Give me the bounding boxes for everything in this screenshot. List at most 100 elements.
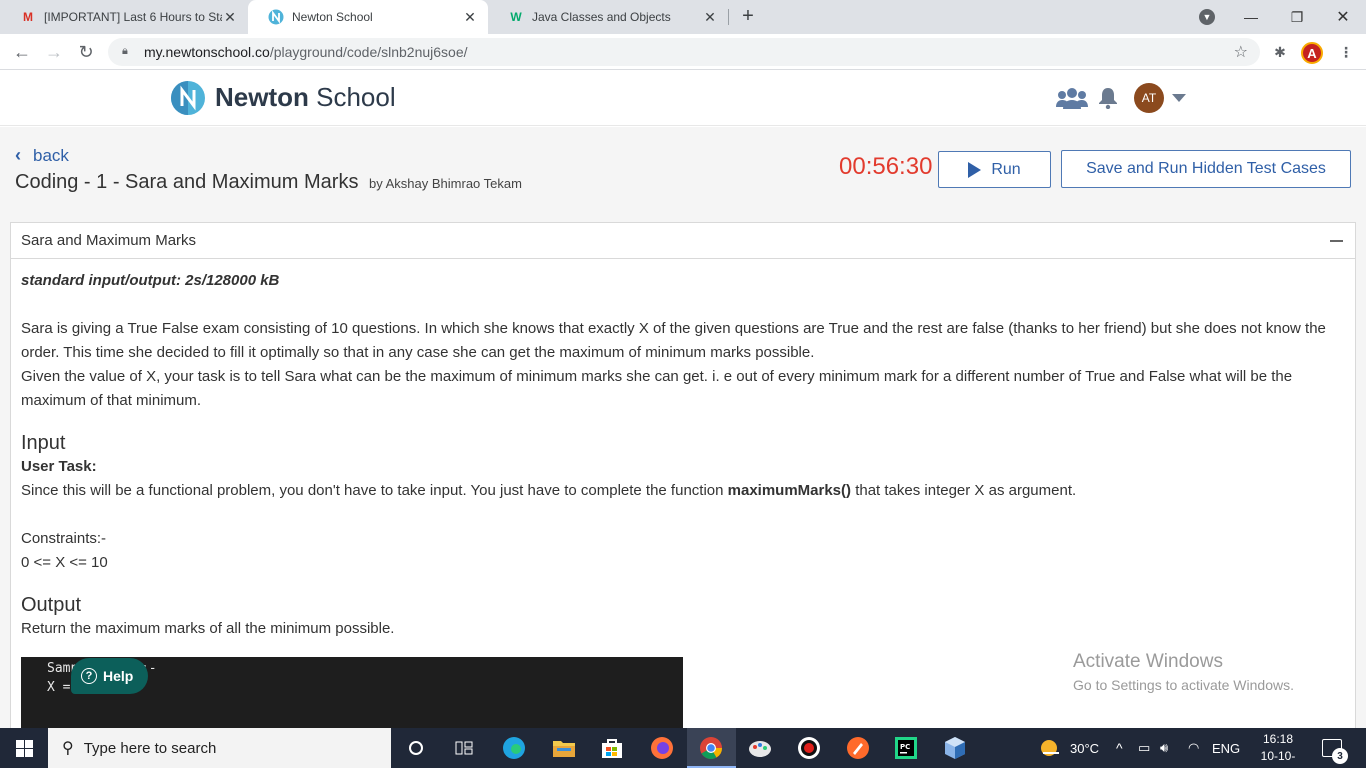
tab-title: Java Classes and Objects bbox=[532, 10, 671, 24]
profile-avatar[interactable]: A bbox=[1301, 42, 1323, 64]
firefox-icon[interactable] bbox=[650, 736, 674, 760]
bell-icon[interactable] bbox=[1098, 87, 1118, 115]
clock-time: 16:18 bbox=[1262, 732, 1294, 746]
battery-icon[interactable]: ▭ bbox=[1138, 728, 1150, 768]
address-bar[interactable]: 🔒︎ my.newtonschool.co/playground/code/sl… bbox=[108, 38, 1260, 66]
file-explorer-icon[interactable] bbox=[552, 736, 576, 760]
problem-panel-header[interactable]: Sara and Maximum Marks bbox=[11, 223, 1355, 259]
watermark-subtitle: Go to Settings to activate Windows. bbox=[1073, 677, 1294, 693]
record-icon[interactable] bbox=[797, 736, 821, 760]
tab-gmail[interactable]: M [IMPORTANT] Last 6 Hours to Sta ✕ bbox=[0, 0, 248, 34]
chrome-icon[interactable] bbox=[699, 736, 723, 760]
community-icon[interactable] bbox=[1056, 87, 1088, 115]
paint-icon[interactable] bbox=[748, 736, 772, 760]
user-task-label: User Task: bbox=[21, 458, 97, 475]
user-avatar[interactable]: AT bbox=[1134, 83, 1164, 113]
virtualbox-icon[interactable] bbox=[943, 736, 967, 760]
edge-icon[interactable] bbox=[502, 736, 526, 760]
volume-icon[interactable]: 🔊︎ bbox=[1160, 728, 1168, 768]
gmail-icon: M bbox=[23, 10, 33, 24]
input-heading: Input bbox=[21, 432, 66, 454]
back-link[interactable]: ‹ back bbox=[15, 145, 69, 166]
store-icon[interactable] bbox=[600, 736, 624, 760]
search-icon: ⚲ bbox=[62, 740, 74, 757]
watermark-title: Activate Windows bbox=[1073, 651, 1223, 672]
user-task-text: Since this will be a functional problem,… bbox=[21, 479, 1345, 503]
problem-header-title: Sara and Maximum Marks bbox=[21, 232, 197, 249]
taskbar-search-box[interactable]: ⚲ Type here to search bbox=[48, 728, 391, 768]
lock-icon: 🔒︎ bbox=[122, 45, 128, 57]
output-text: Return the maximum marks of all the mini… bbox=[21, 620, 395, 637]
browser-tab-strip: M [IMPORTANT] Last 6 Hours to Sta ✕ Newt… bbox=[0, 0, 1366, 34]
menu-kebab-icon[interactable]: ⋮ bbox=[1336, 42, 1356, 62]
url-path: /playground/code/slnb2nuj6soe/ bbox=[269, 44, 468, 60]
statement-paragraph: Given the value of X, your task is to te… bbox=[21, 368, 1293, 409]
minimize-button[interactable]: — bbox=[1228, 0, 1274, 34]
play-icon bbox=[968, 161, 982, 178]
help-label: Help bbox=[103, 668, 134, 684]
countdown-timer: 00:56:30 bbox=[839, 153, 933, 180]
constraints-label: Constraints:- bbox=[21, 530, 107, 547]
extensions-icon[interactable]: ✱ bbox=[1270, 42, 1290, 62]
tab-separator bbox=[728, 9, 729, 25]
newton-icon bbox=[268, 9, 284, 25]
cortana-icon[interactable] bbox=[404, 736, 428, 760]
tab-newton-school[interactable]: Newton School ✕ bbox=[248, 0, 488, 34]
run-button[interactable]: Run bbox=[938, 151, 1051, 188]
help-button[interactable]: ? Help bbox=[71, 658, 148, 694]
site-header: Newton School AT bbox=[0, 70, 1366, 126]
user-task-post: that takes integer X as argument. bbox=[851, 482, 1077, 499]
tab-java-classes[interactable]: W Java Classes and Objects ✕ bbox=[488, 0, 728, 34]
weather-icon[interactable] bbox=[1038, 736, 1062, 760]
close-icon[interactable]: ✕ bbox=[462, 9, 478, 26]
output-heading: Output bbox=[21, 594, 82, 616]
activate-windows-watermark: Activate Windows Go to Settings to activ… bbox=[1073, 651, 1294, 693]
svg-text:PC: PC bbox=[900, 743, 910, 751]
wifi-icon[interactable]: ◠ bbox=[1188, 728, 1199, 768]
url-domain: my.newtonschool.co bbox=[144, 44, 270, 60]
browser-toolbar: ← → ↻ 🔒︎ my.newtonschool.co/playground/c… bbox=[0, 34, 1366, 70]
bookmark-star-icon[interactable]: ☆ bbox=[1234, 42, 1248, 62]
problem-title: Coding - 1 - Sara and Maximum Marks bbox=[15, 171, 359, 193]
user-task-pre: Since this will be a functional problem,… bbox=[21, 482, 728, 499]
close-icon[interactable]: ✕ bbox=[222, 9, 238, 26]
clock-date: 10-10-2021 bbox=[1260, 749, 1296, 780]
brand-bold: Newton bbox=[215, 82, 309, 112]
page-body: ‹ back Coding - 1 - Sara and Maximum Mar… bbox=[0, 127, 1366, 733]
language-indicator[interactable]: ENG bbox=[1212, 728, 1240, 768]
chevron-down-icon[interactable] bbox=[1172, 94, 1186, 102]
page-title: Coding - 1 - Sara and Maximum Marks by A… bbox=[15, 171, 522, 194]
windows-start-icon[interactable] bbox=[16, 740, 33, 757]
save-and-run-button[interactable]: Save and Run Hidden Test Cases bbox=[1061, 150, 1351, 188]
taskbar-clock[interactable]: 16:18 10-10-2021 bbox=[1248, 731, 1308, 782]
chevron-left-icon: ‹ bbox=[15, 145, 21, 165]
constraints-value: 0 <= X <= 10 bbox=[21, 554, 108, 571]
task-view-icon[interactable] bbox=[452, 736, 476, 760]
problem-statement: standard input/output: 2s/128000 kB Sara… bbox=[11, 269, 1355, 685]
pycharm-icon[interactable]: PC bbox=[894, 736, 918, 760]
temperature-label[interactable]: 30°C bbox=[1070, 728, 1099, 768]
notification-count-badge: 3 bbox=[1332, 748, 1348, 764]
restore-button[interactable]: ❐ bbox=[1274, 0, 1320, 34]
tab-title: Newton School bbox=[292, 10, 373, 24]
newton-logo[interactable] bbox=[171, 81, 205, 115]
close-window-button[interactable]: ✕ bbox=[1320, 0, 1366, 34]
windows-taskbar: ⚲ Type here to search PC 30°C ^ ▭ 🔊︎ ◠ E… bbox=[0, 728, 1366, 780]
search-placeholder: Type here to search bbox=[83, 739, 217, 757]
sketch-app-icon[interactable] bbox=[846, 736, 870, 760]
brand-name[interactable]: Newton School bbox=[215, 82, 396, 113]
collapse-icon[interactable] bbox=[1330, 240, 1343, 242]
forward-arrow-icon[interactable]: → bbox=[42, 40, 66, 64]
tab-search-icon[interactable]: ▼ bbox=[1199, 9, 1215, 25]
reload-icon[interactable]: ↻ bbox=[74, 40, 98, 64]
back-arrow-icon[interactable]: ← bbox=[10, 40, 34, 64]
show-hidden-icons-icon[interactable]: ^ bbox=[1116, 728, 1123, 768]
close-icon[interactable]: ✕ bbox=[702, 9, 718, 26]
brand-light: School bbox=[316, 82, 396, 112]
run-label: Run bbox=[991, 160, 1021, 178]
new-tab-button[interactable]: + bbox=[736, 4, 760, 28]
w3-icon: W bbox=[510, 10, 522, 24]
question-icon: ? bbox=[81, 668, 97, 684]
author-byline: by Akshay Bhimrao Tekam bbox=[369, 176, 522, 191]
back-label: back bbox=[33, 145, 69, 165]
